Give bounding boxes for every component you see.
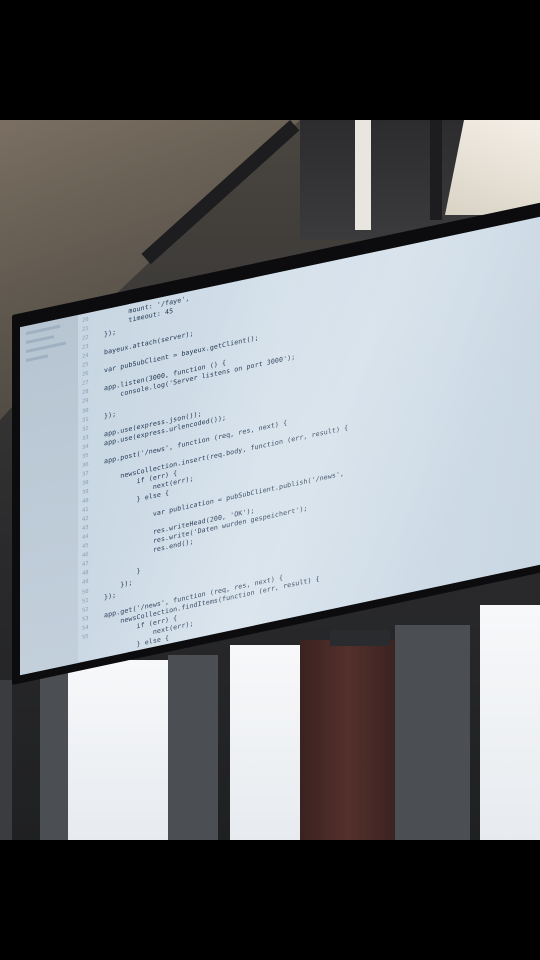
monitor-screen: 20 mount: '/faye',21 timeout: 4522});232… (20, 211, 540, 676)
letterbox-bottom (0, 840, 540, 960)
letterbox-top (0, 0, 540, 120)
monitor: 20 mount: '/faye',21 timeout: 4522});232… (0, 120, 540, 840)
photo: 20 mount: '/faye',21 timeout: 4522});232… (0, 120, 540, 840)
screen-glare (20, 211, 540, 676)
monitor-mount (330, 630, 390, 646)
monitor-bezel: 20 mount: '/faye',21 timeout: 4522});232… (12, 195, 540, 685)
